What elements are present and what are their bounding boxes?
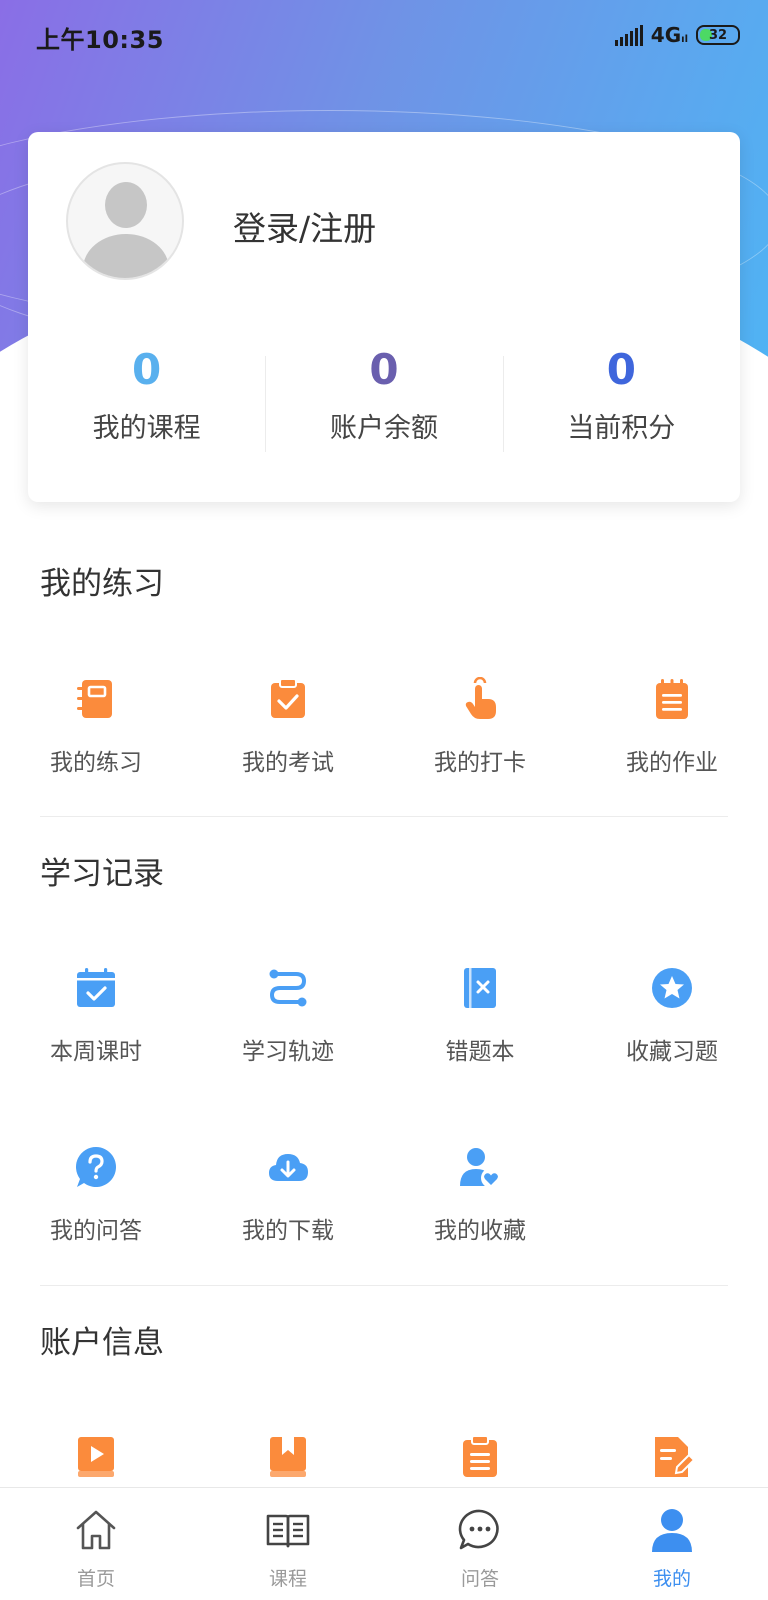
records-item-track[interactable]: 学习轨迹 [192,966,384,1086]
profile-card: 登录/注册 0 我的课程 0 账户余额 0 当前积分 [28,132,740,502]
practice-item-exam[interactable]: 我的考试 [192,677,384,797]
status-time: 上午10:35 [36,26,164,54]
stat-value: 0 [606,345,636,394]
tab-mine[interactable]: 我的 [576,1488,768,1600]
tab-label: 问答 [460,1568,499,1590]
grid-item-label: 收藏习题 [626,1039,718,1065]
records-item-week-hours[interactable]: 本周课时 [0,966,192,1086]
section-title-records: 学习记录 [40,856,164,892]
tab-label: 课程 [268,1568,307,1590]
grid-item-label: 我的打卡 [434,750,526,776]
grid-item-label: 学习轨迹 [242,1039,334,1065]
records-grid-row-2: 我的问答 我的下载 我的收藏 [0,1145,768,1265]
cloud-download-icon [266,1145,310,1189]
stat-my-courses[interactable]: 0 我的课程 [28,344,265,454]
home-icon [72,1506,120,1554]
stat-value: 0 [132,345,162,394]
records-item-wrong-book[interactable]: 错题本 [384,966,576,1086]
route-icon [266,966,310,1010]
tab-label: 我的 [652,1568,691,1590]
status-indicators: 4Gıl 32 [614,22,740,48]
tab-courses[interactable]: 课程 [192,1488,384,1600]
calendar-check-icon [74,966,118,1010]
stat-label: 账户余额 [329,413,438,444]
grid-item-label: 我的作业 [626,750,718,776]
tab-qa[interactable]: 问答 [384,1488,576,1600]
records-item-downloads[interactable]: 我的下载 [192,1145,384,1265]
stat-account-balance[interactable]: 0 账户余额 [265,344,502,454]
grid-item-label: 我的下载 [242,1218,334,1244]
notepad-icon [650,677,694,721]
signal-icon [614,24,643,46]
doc-edit-icon [650,1435,694,1479]
stats-row: 0 我的课程 0 账户余额 0 当前积分 [28,344,740,454]
finger-tap-icon [458,677,502,721]
video-book-icon [74,1435,118,1479]
bottom-tab-bar: 首页 课程 问答 我的 [0,1487,768,1600]
grid-item-label: 错题本 [445,1039,515,1065]
wrong-book-icon [458,966,502,1010]
book-open-icon [264,1506,312,1554]
grid-item-label: 我的收藏 [434,1218,526,1244]
network-type: 4Gıl [650,23,688,47]
notebook-icon [74,677,118,721]
user-icon [648,1506,696,1554]
tab-home[interactable]: 首页 [0,1488,192,1600]
section-title-practice: 我的练习 [40,566,164,602]
clipboard-check-icon [266,677,310,721]
chat-bubble-icon [456,1506,504,1554]
stat-value: 0 [369,345,399,394]
login-register-link[interactable]: 登录/注册 [233,202,376,250]
battery-level: 32 [708,27,728,43]
section-title-account: 账户信息 [40,1325,164,1361]
records-item-favorites[interactable]: 我的收藏 [384,1145,576,1265]
stat-label: 当前积分 [567,413,676,444]
divider [40,816,728,817]
grid-item-label: 我的问答 [50,1218,142,1244]
avatar[interactable] [66,162,184,280]
tab-label: 首页 [76,1568,115,1590]
divider [40,1285,728,1286]
practice-grid: 我的练习 我的考试 我的打卡 我的作业 [0,677,768,797]
records-grid-row-1: 本周课时 学习轨迹 错题本 收藏习题 [0,966,768,1086]
practice-item-checkin[interactable]: 我的打卡 [384,677,576,797]
question-bubble-icon [74,1145,118,1189]
practice-item-exercise[interactable]: 我的练习 [0,677,192,797]
clipboard-list-icon [458,1435,502,1479]
user-heart-icon [458,1145,502,1189]
practice-item-homework[interactable]: 我的作业 [576,677,768,797]
bookmark-book-icon [266,1435,310,1479]
stat-label: 我的课程 [92,413,201,444]
status-bar: 上午10:35 4Gıl 32 [0,0,768,70]
grid-item-label: 本周课时 [50,1039,142,1065]
grid-item-label: 我的考试 [242,750,334,776]
stat-current-points[interactable]: 0 当前积分 [502,344,740,454]
records-item-fav-questions[interactable]: 收藏习题 [576,966,768,1086]
battery-icon: 32 [696,25,740,45]
grid-item-label: 我的练习 [50,750,142,776]
star-circle-icon [650,966,694,1010]
records-item-my-qa[interactable]: 我的问答 [0,1145,192,1265]
